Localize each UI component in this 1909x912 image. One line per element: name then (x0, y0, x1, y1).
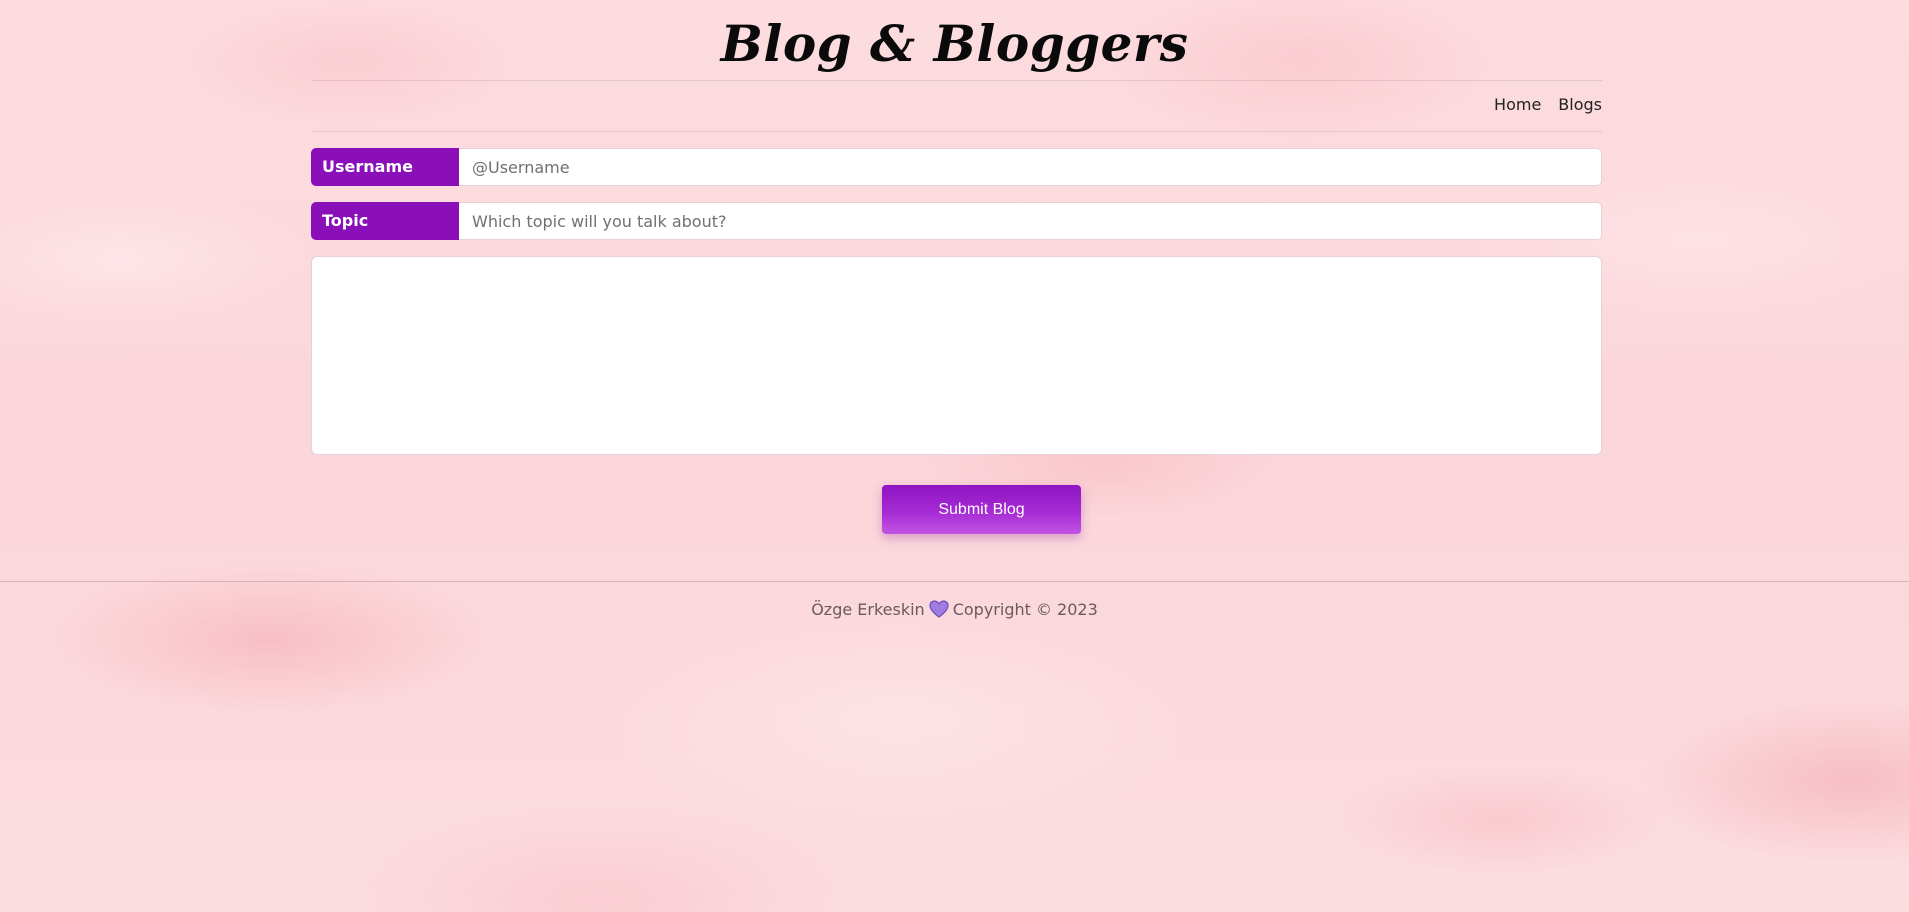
username-group: Username (311, 148, 1602, 186)
nav-blogs-link[interactable]: Blogs (1541, 94, 1602, 116)
username-label: Username (311, 148, 459, 186)
topic-input[interactable] (459, 202, 1602, 240)
footer-author: Özge Erkeskin (811, 600, 925, 619)
nav-divider (311, 131, 1602, 132)
purple-heart-icon (929, 600, 949, 618)
footer: Özge Erkeskin Copyright © 2023 (0, 599, 1909, 621)
blog-content-textarea[interactable] (311, 256, 1602, 455)
site-title: Blog & Bloggers (720, 14, 1189, 73)
submit-blog-button[interactable]: Submit Blog (882, 485, 1081, 534)
footer-copyright: Copyright © 2023 (952, 600, 1098, 619)
topic-group: Topic (311, 202, 1602, 240)
footer-divider (0, 581, 1909, 582)
nav-home-link[interactable]: Home (1477, 94, 1541, 116)
header-divider (311, 80, 1602, 81)
topic-label: Topic (311, 202, 459, 240)
username-input[interactable] (459, 148, 1602, 186)
main-nav: Home Blogs (1477, 94, 1602, 116)
